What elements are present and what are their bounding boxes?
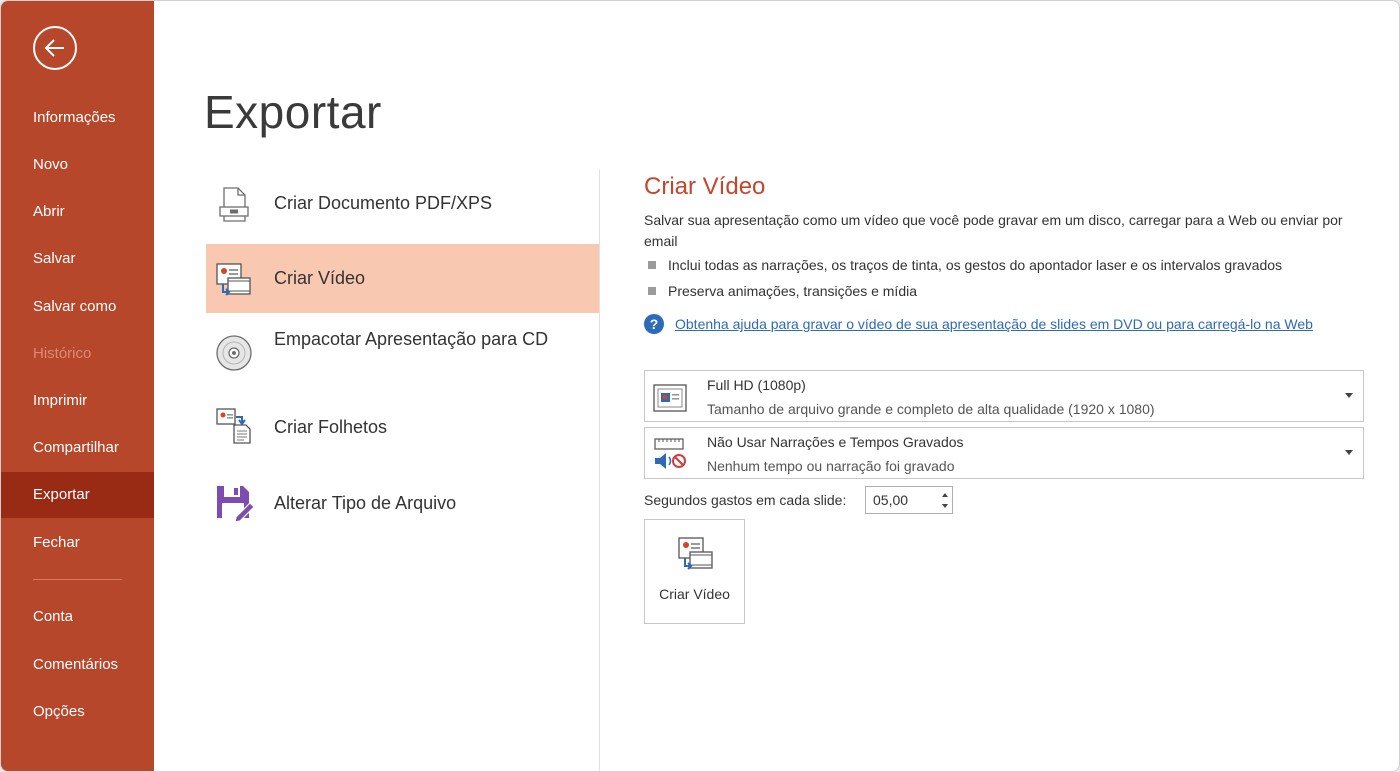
back-arrow-icon xyxy=(44,39,64,57)
nav-divider xyxy=(33,579,122,580)
export-option-video[interactable]: Criar Vídeo xyxy=(206,244,599,313)
page-title: Exportar xyxy=(204,86,382,138)
quality-title: Full HD (1080p) xyxy=(707,377,806,393)
bullet-item: Inclui todas as narrações, os traços de … xyxy=(648,257,1282,273)
vertical-divider xyxy=(599,169,600,771)
help-link[interactable]: Obtenha ajuda para gravar o vídeo de sua… xyxy=(675,316,1313,332)
export-option-label: Criar Documento PDF/XPS xyxy=(274,193,493,213)
export-option-label: Criar Vídeo xyxy=(274,268,366,288)
narration-dropdown[interactable]: Não Usar Narrações e Tempos Gravados Nen… xyxy=(644,427,1364,479)
nav-historico: Histórico xyxy=(33,345,92,362)
nav-salvar[interactable]: Salvar xyxy=(1,236,154,282)
export-option-cd[interactable]: Empacotar Apresentação para CD xyxy=(206,317,599,391)
seconds-per-slide-label: Segundos gastos em cada slide: xyxy=(644,492,847,508)
nav-fechar[interactable]: Fechar xyxy=(1,520,154,566)
backstage-sidebar: Informações Novo Abrir Salvar Salvar com… xyxy=(1,1,154,771)
nav-conta[interactable]: Conta xyxy=(1,594,154,640)
bullet-text: Preserva animações, transições e mídia xyxy=(668,283,917,299)
nav-comentarios[interactable]: Comentários xyxy=(1,642,154,688)
back-button[interactable] xyxy=(33,26,77,70)
seconds-per-slide-stepper xyxy=(865,486,953,514)
quality-subtitle: Tamanho de arquivo grande e completo de … xyxy=(707,401,1155,417)
main-area: Exportar Criar Documento PDF/XPS Criar V… xyxy=(154,1,1399,771)
create-video-button-label: Criar Vídeo xyxy=(659,586,730,602)
create-video-icon xyxy=(678,537,713,570)
nav-informacoes[interactable]: Informações xyxy=(1,95,154,141)
panel-description: Salvar sua apresentação como um vídeo qu… xyxy=(644,212,1343,249)
narration-subtitle: Nenhum tempo ou narração foi gravado xyxy=(707,458,955,474)
panel-title: Criar Vídeo xyxy=(644,173,766,200)
spin-up-icon[interactable] xyxy=(942,493,948,497)
nav-opcoes[interactable]: Opções xyxy=(1,689,154,735)
export-option-pdf[interactable]: Criar Documento PDF/XPS xyxy=(206,169,599,239)
export-option-label: Empacotar Apresentação para CD xyxy=(274,329,549,349)
help-icon: ? xyxy=(644,314,664,334)
nav-exportar[interactable]: Exportar xyxy=(1,472,154,518)
nav-imprimir[interactable]: Imprimir xyxy=(1,378,154,424)
spin-down-icon[interactable] xyxy=(942,504,948,508)
no-narration-icon xyxy=(654,438,686,469)
full-hd-icon xyxy=(653,384,687,412)
create-video-icon xyxy=(216,263,251,296)
bullet-square-icon xyxy=(648,261,656,269)
bullet-square-icon xyxy=(648,287,656,295)
handouts-icon xyxy=(216,408,251,444)
create-video-button[interactable]: Criar Vídeo xyxy=(644,519,745,624)
nav-salvar-como[interactable]: Salvar como xyxy=(1,284,154,330)
export-option-label: Alterar Tipo de Arquivo xyxy=(274,493,457,513)
chevron-down-icon xyxy=(1345,450,1353,455)
seconds-per-slide-input[interactable] xyxy=(866,487,936,513)
nav-abrir[interactable]: Abrir xyxy=(1,189,154,235)
export-option-file-type[interactable]: Alterar Tipo de Arquivo xyxy=(206,469,599,539)
video-quality-dropdown[interactable]: Full HD (1080p) Tamanho de arquivo grand… xyxy=(644,370,1364,422)
bullet-item: Preserva animações, transições e mídia xyxy=(648,283,917,299)
backstage-window: Informações Novo Abrir Salvar Salvar com… xyxy=(0,0,1400,772)
chevron-down-icon xyxy=(1345,393,1353,398)
cd-icon xyxy=(216,335,252,371)
nav-novo[interactable]: Novo xyxy=(1,142,154,188)
bullet-text: Inclui todas as narrações, os traços de … xyxy=(668,257,1283,273)
change-file-type-icon xyxy=(217,486,254,523)
nav-compartilhar[interactable]: Compartilhar xyxy=(1,425,154,471)
export-option-label: Criar Folhetos xyxy=(274,417,388,437)
narration-title: Não Usar Narrações e Tempos Gravados xyxy=(707,434,964,450)
export-option-handouts[interactable]: Criar Folhetos xyxy=(206,395,599,465)
pdf-document-icon xyxy=(219,187,249,222)
